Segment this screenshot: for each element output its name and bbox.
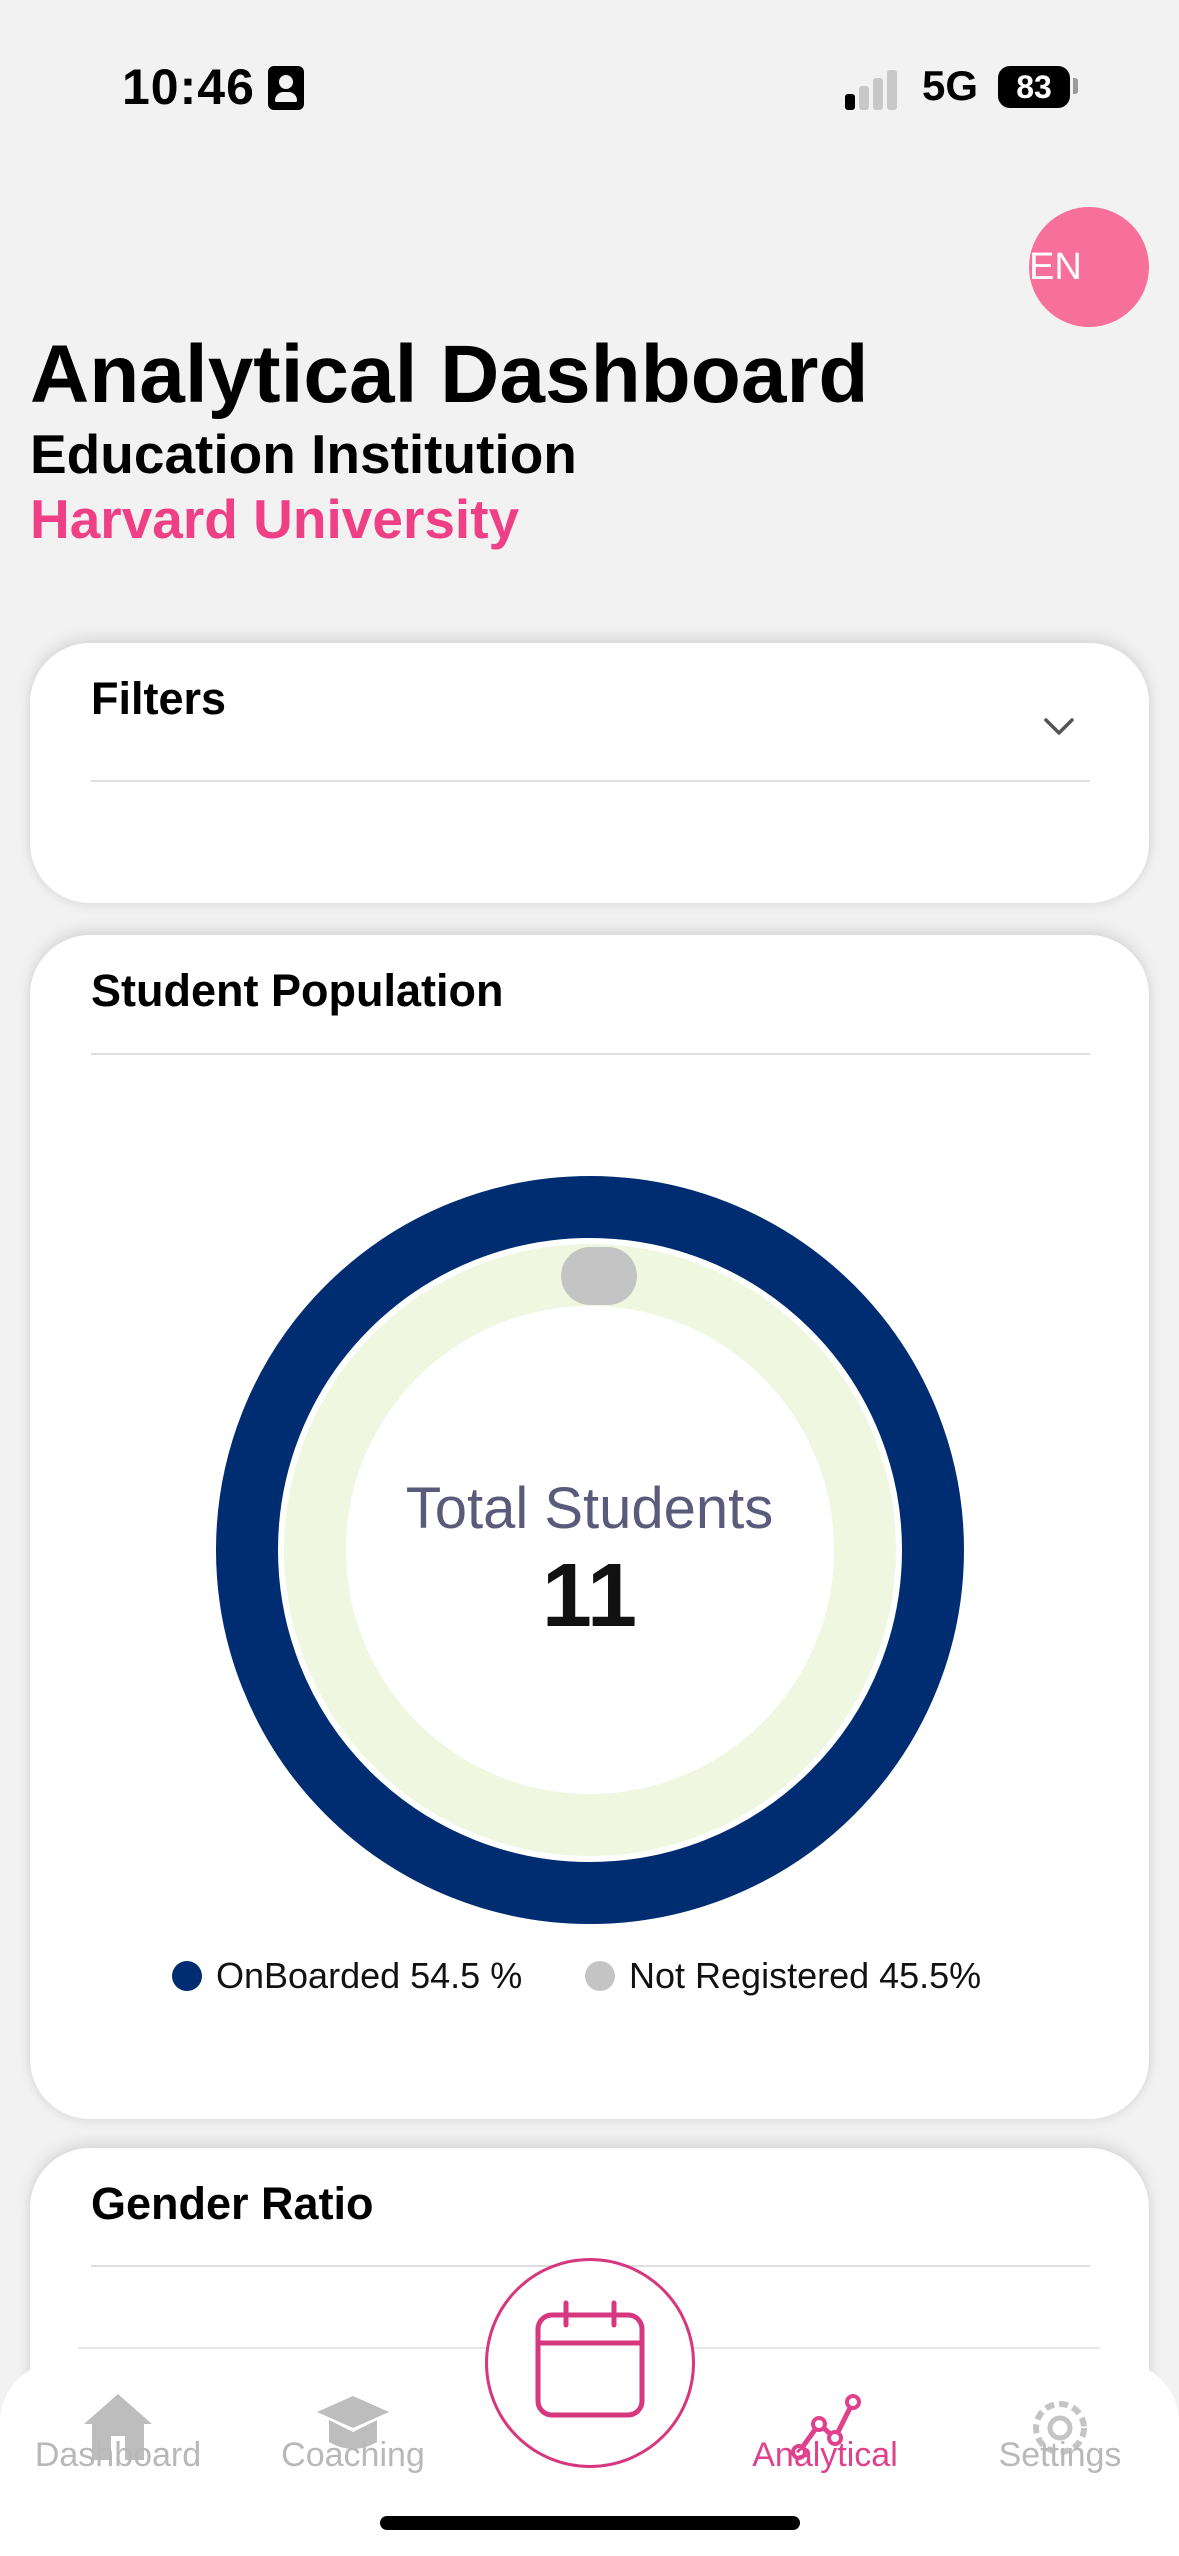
institution-name: Harvard University <box>30 488 520 550</box>
tab-analytical[interactable]: Analytical <box>710 2388 940 2498</box>
filters-card[interactable]: Filters <box>30 643 1149 903</box>
legend-item-onboarded: OnBoarded 54.5 % <box>172 1955 522 1997</box>
gender-ratio-title: Gender Ratio <box>91 2178 374 2229</box>
status-bar: 10:46 5G 83 <box>0 0 1179 150</box>
tab-label-coaching: Coaching <box>281 2436 425 2474</box>
screen: 10:46 5G 83 EN Analytical Dashboard Educ… <box>0 0 1179 2556</box>
legend-dot-onboarded <box>172 1961 202 1991</box>
language-label: EN <box>1029 246 1082 288</box>
tab-label-dashboard: Dashboard <box>34 2436 202 2474</box>
calendar-button[interactable] <box>485 2258 695 2468</box>
calendar-icon <box>535 2300 645 2418</box>
total-students-value: 11 <box>541 1546 638 1646</box>
home-indicator <box>380 2516 800 2530</box>
status-time: 10:46 <box>122 59 255 115</box>
legend-dot-not-registered <box>585 1961 615 1991</box>
tab-coaching[interactable]: Coaching <box>238 2388 468 2498</box>
contact-card-icon <box>268 66 304 110</box>
total-students-label: Total Students <box>405 1476 774 1541</box>
legend-label-onboarded: OnBoarded 54.5 % <box>216 1955 523 1996</box>
legend-item-not-registered: Not Registered 45.5% <box>585 1955 981 1997</box>
chart-legend: OnBoarded 54.5 % Not Registered 45.5% <box>30 1955 1149 2005</box>
tab-dashboard[interactable]: Dashboard <box>3 2388 233 2498</box>
chevron-down-icon[interactable] <box>1040 708 1078 746</box>
filters-divider <box>91 780 1090 782</box>
tab-label-analytical: Analytical <box>752 2436 898 2474</box>
page-subtitle: Education Institution <box>30 423 577 485</box>
filters-title: Filters <box>91 673 227 724</box>
network-type: 5G <box>922 62 979 109</box>
chart-slice-not-registered-marker <box>561 1247 637 1305</box>
battery-icon: 83 <box>998 66 1070 108</box>
student-population-card: Student Population Total Students 11 OnB… <box>30 935 1149 2119</box>
legend-label-not-registered: Not Registered 45.5% <box>629 1955 982 1996</box>
signal-icon <box>845 68 905 110</box>
page-title: Analytical Dashboard <box>30 329 869 420</box>
tab-settings[interactable]: Settings <box>945 2388 1175 2498</box>
language-button[interactable]: EN <box>1029 207 1149 327</box>
battery-cap <box>1073 78 1078 94</box>
tab-label-settings: Settings <box>998 2436 1122 2474</box>
